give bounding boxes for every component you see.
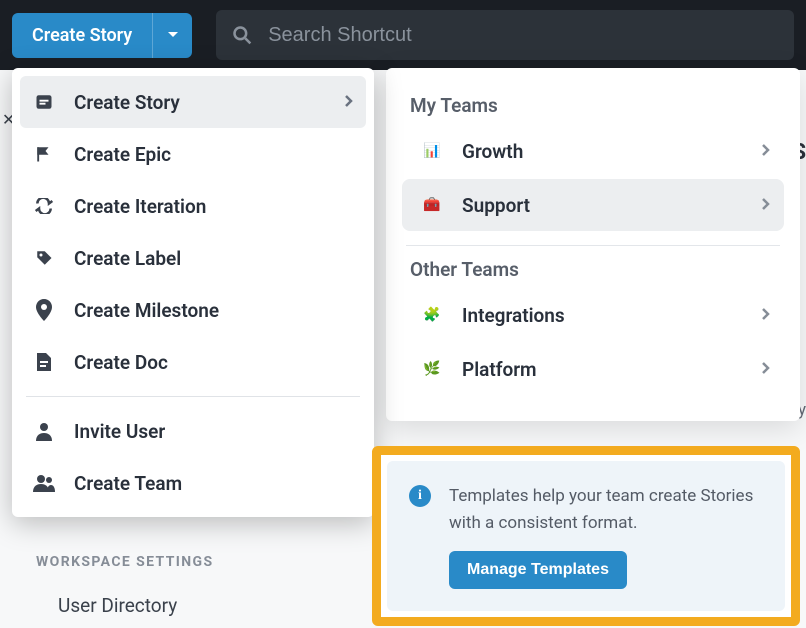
manage-templates-button[interactable]: Manage Templates [449, 551, 627, 589]
chevron-right-icon [344, 93, 354, 112]
menu-item-label: Create Label [74, 247, 181, 270]
menu-item-label: Create Team [74, 472, 182, 495]
integrations-team-icon: 🧩 [420, 303, 444, 327]
menu-item-create-story[interactable]: Create Story [20, 76, 366, 128]
menu-divider [26, 396, 360, 397]
workspace-settings-section: WORKSPACE SETTINGS User Directory [36, 554, 214, 617]
team-row-integrations[interactable]: 🧩 Integrations [402, 289, 784, 341]
menu-item-label: Invite User [74, 420, 165, 443]
menu-item-label: Create Epic [74, 143, 171, 166]
create-story-dropdown-toggle[interactable] [152, 13, 192, 58]
team-label: Support [462, 194, 530, 217]
top-bar: Create Story [0, 0, 806, 70]
menu-item-invite-user[interactable]: Invite User [12, 405, 374, 457]
menu-item-label: Create Story [74, 91, 180, 114]
chevron-right-icon [761, 306, 770, 325]
support-team-icon: 🧰 [420, 193, 444, 217]
menu-item-create-team[interactable]: Create Team [12, 457, 374, 509]
teams-divider [406, 245, 780, 246]
story-icon [30, 88, 58, 116]
menu-item-create-label[interactable]: Create Label [12, 232, 374, 284]
chevron-right-icon [761, 142, 770, 161]
team-row-support[interactable]: 🧰 Support [402, 179, 784, 231]
user-icon [30, 417, 58, 445]
info-icon: i [409, 485, 431, 507]
templates-text: Templates help your team create Stories … [449, 483, 763, 537]
team-row-platform[interactable]: 🌿 Platform [402, 343, 784, 395]
menu-item-label: Create Iteration [74, 195, 206, 218]
chevron-right-icon [761, 196, 770, 215]
menu-item-label: Create Doc [74, 351, 168, 374]
team-icon [30, 469, 58, 497]
templates-callout: i Templates help your team create Storie… [372, 446, 800, 626]
team-row-growth[interactable]: 📊 Growth [402, 125, 784, 177]
label-icon [30, 244, 58, 272]
menu-item-create-epic[interactable]: Create Epic [12, 128, 374, 180]
search-input[interactable] [268, 24, 778, 47]
my-teams-heading: My Teams [386, 86, 800, 123]
workspace-user-directory[interactable]: User Directory [58, 594, 214, 617]
search-icon [232, 25, 252, 45]
other-teams-heading: Other Teams [386, 250, 800, 287]
menu-item-create-milestone[interactable]: Create Milestone [12, 284, 374, 336]
chevron-right-icon [761, 360, 770, 379]
team-label: Platform [462, 358, 537, 381]
platform-team-icon: 🌿 [420, 357, 444, 381]
create-dropdown-menu: Create Story Create Epic Create Iteratio… [12, 68, 374, 517]
workspace-settings-heading: WORKSPACE SETTINGS [36, 554, 214, 570]
doc-icon [30, 348, 58, 376]
search-bar[interactable] [216, 10, 794, 60]
milestone-icon [30, 296, 58, 324]
menu-item-create-doc[interactable]: Create Doc [12, 336, 374, 388]
create-story-button[interactable]: Create Story [12, 13, 152, 58]
menu-item-create-iteration[interactable]: Create Iteration [12, 180, 374, 232]
caret-down-icon [167, 31, 179, 39]
team-label: Integrations [462, 304, 565, 327]
iteration-icon [30, 192, 58, 220]
templates-inner: i Templates help your team create Storie… [387, 461, 785, 611]
create-story-split-button: Create Story [12, 13, 192, 58]
menu-item-label: Create Milestone [74, 299, 219, 322]
team-label: Growth [462, 140, 523, 163]
growth-team-icon: 📊 [420, 139, 444, 163]
templates-content: Templates help your team create Stories … [449, 483, 763, 589]
epic-icon [30, 140, 58, 168]
teams-panel: My Teams 📊 Growth 🧰 Support Other Teams … [386, 68, 800, 421]
